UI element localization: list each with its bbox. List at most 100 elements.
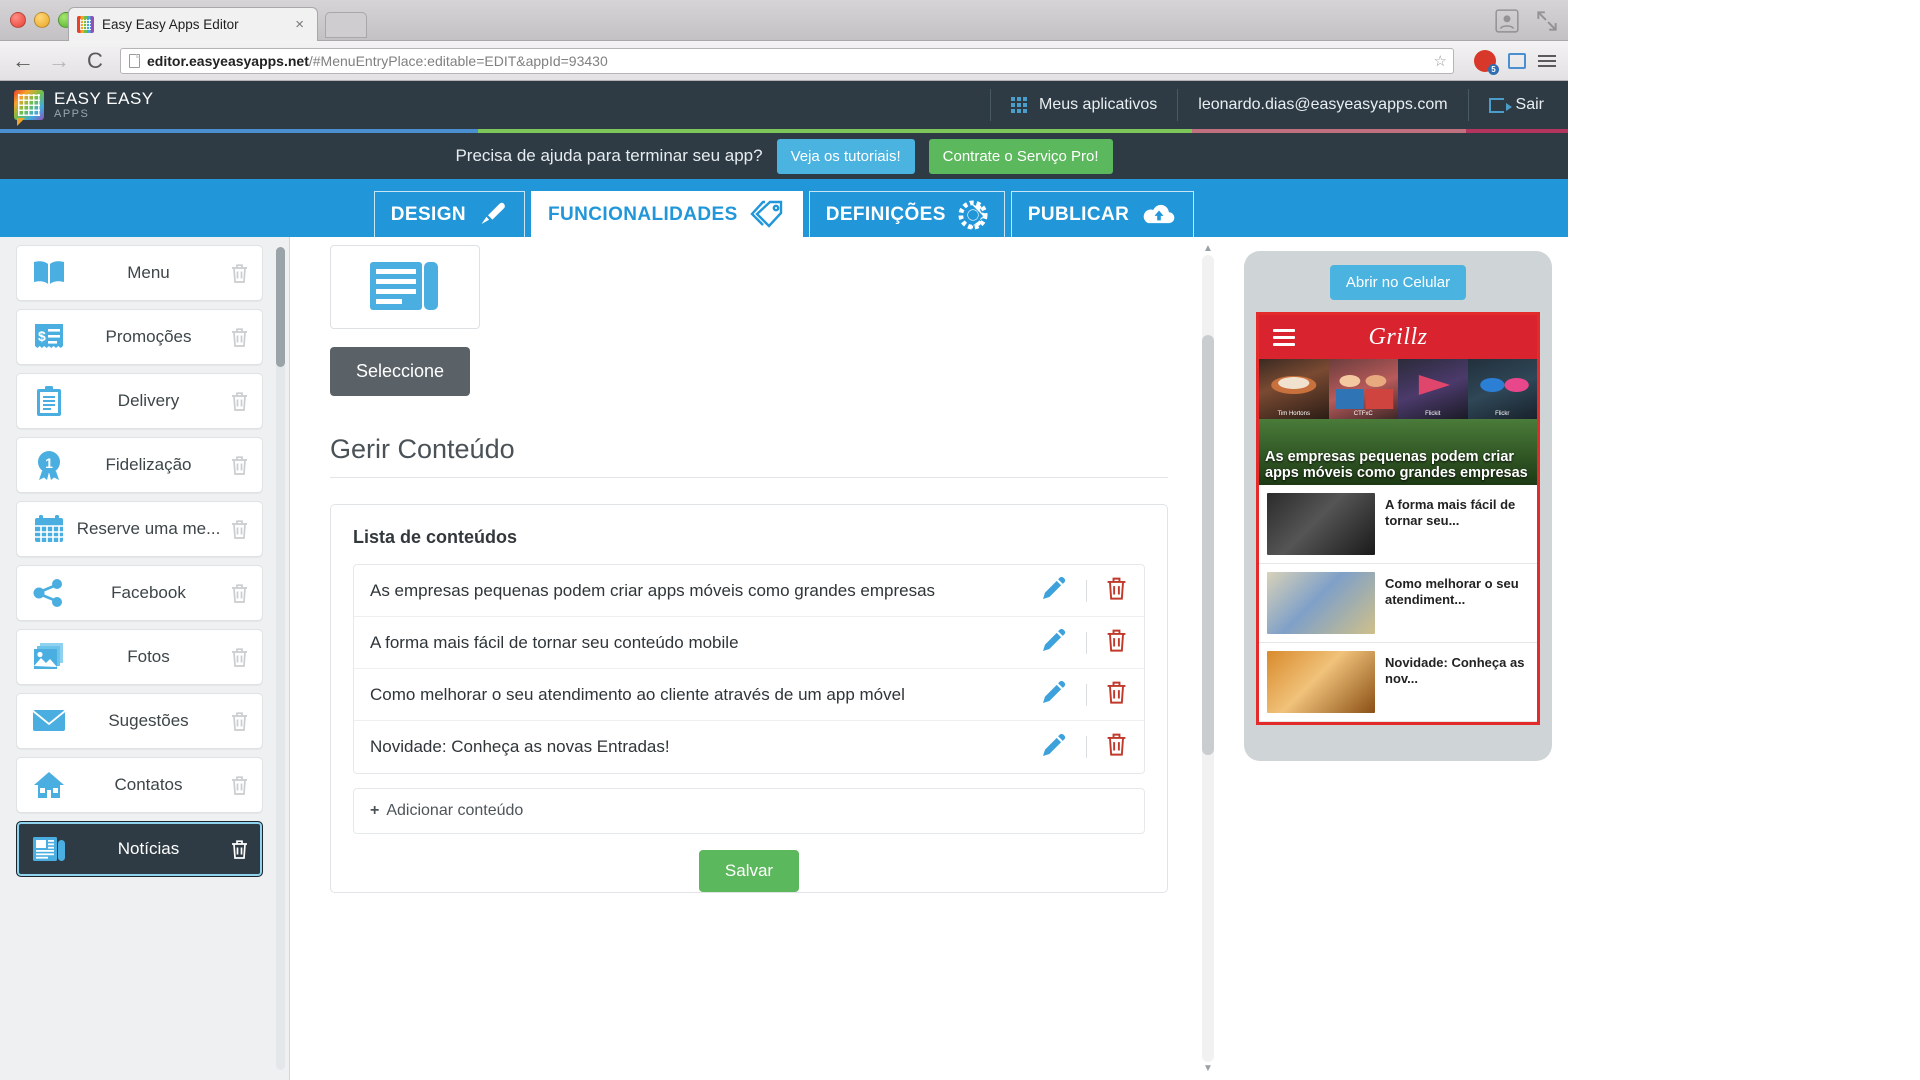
reload-button[interactable]: C bbox=[84, 49, 106, 72]
content-item-title: A forma mais fácil de tornar seu conteúd… bbox=[370, 632, 739, 652]
tab-funcionalidades[interactable]: FUNCIONALIDADES bbox=[531, 191, 803, 237]
browser-menu-icon[interactable] bbox=[1538, 54, 1556, 67]
edit-content-button[interactable] bbox=[1042, 628, 1068, 657]
delete-content-button[interactable] bbox=[1105, 680, 1128, 710]
row-actions bbox=[1042, 576, 1128, 606]
preview-news-item[interactable]: A forma mais fácil de tornar seu... bbox=[1259, 485, 1537, 564]
tab-design[interactable]: DESIGN bbox=[373, 191, 526, 237]
sidebar-item-reserve-uma-me[interactable]: Reserve uma me... bbox=[16, 501, 263, 557]
trash-icon[interactable] bbox=[230, 583, 249, 604]
logout-link[interactable]: Sair bbox=[1467, 89, 1568, 121]
tab-definicoes[interactable]: DEFINIÇÕES bbox=[808, 191, 1005, 237]
trash-icon[interactable] bbox=[1105, 680, 1128, 705]
edit-content-button[interactable] bbox=[1042, 733, 1068, 762]
sidebar-item-promo-es[interactable]: $ Promoções bbox=[16, 309, 263, 365]
user-profile-icon[interactable] bbox=[1494, 8, 1520, 34]
sidebar-scrollbar[interactable] bbox=[276, 247, 285, 1070]
delete-feature-button[interactable] bbox=[226, 711, 252, 732]
trash-icon[interactable] bbox=[230, 711, 249, 732]
sidebar-item-contatos[interactable]: Contatos bbox=[16, 757, 263, 813]
trash-icon[interactable] bbox=[230, 775, 249, 796]
save-button[interactable]: Salvar bbox=[698, 850, 800, 892]
pencil-icon[interactable] bbox=[1042, 628, 1068, 652]
sidebar-item-fideliza-o[interactable]: 1 Fidelização bbox=[16, 437, 263, 493]
extension-icon[interactable] bbox=[1508, 52, 1526, 69]
scroll-up-icon[interactable]: ▲ bbox=[1203, 243, 1213, 254]
delete-feature-button[interactable] bbox=[226, 583, 252, 604]
trash-icon[interactable] bbox=[230, 839, 249, 860]
scroll-down-icon[interactable]: ▼ bbox=[1203, 1063, 1213, 1074]
pencil-icon[interactable] bbox=[1042, 733, 1068, 757]
tab-design-label: DESIGN bbox=[390, 203, 467, 225]
sidebar-item-menu[interactable]: Menu bbox=[16, 245, 263, 301]
minimize-window-button[interactable] bbox=[34, 12, 50, 28]
open-on-phone-button[interactable]: Abrir no Celular bbox=[1329, 265, 1467, 300]
select-button[interactable]: Seleccione bbox=[330, 347, 471, 396]
sidebar-item-delivery[interactable]: Delivery bbox=[16, 373, 263, 429]
trash-icon[interactable] bbox=[1105, 628, 1128, 653]
preview-news-item[interactable]: Como melhorar o seu atendiment... bbox=[1259, 564, 1537, 643]
edit-content-button[interactable] bbox=[1042, 680, 1068, 709]
tab-publicar[interactable]: PUBLICAR bbox=[1010, 191, 1195, 237]
trash-icon[interactable] bbox=[230, 519, 249, 540]
bookmark-star-icon[interactable]: ☆ bbox=[1434, 52, 1447, 70]
delete-feature-button[interactable] bbox=[226, 327, 252, 348]
close-window-button[interactable] bbox=[10, 12, 26, 28]
fullscreen-icon[interactable] bbox=[1534, 8, 1560, 34]
delete-feature-button[interactable] bbox=[226, 839, 252, 860]
art-cell: CTFxC bbox=[1328, 359, 1398, 419]
trash-icon[interactable] bbox=[230, 327, 249, 348]
sidebar-item-facebook[interactable]: Facebook bbox=[16, 565, 263, 621]
delete-feature-button[interactable] bbox=[226, 519, 252, 540]
hire-pro-service-button[interactable]: Contrate o Serviço Pro! bbox=[928, 138, 1113, 174]
delete-content-button[interactable] bbox=[1105, 576, 1128, 606]
notification-badge-icon[interactable] bbox=[1474, 49, 1499, 75]
trash-icon[interactable] bbox=[1105, 576, 1128, 601]
trash-icon[interactable] bbox=[230, 455, 249, 476]
edit-content-button[interactable] bbox=[1042, 576, 1068, 605]
pencil-icon[interactable] bbox=[1042, 680, 1068, 704]
address-bar[interactable]: editor.easyeasyapps.net/#MenuEntryPlace:… bbox=[120, 47, 1454, 74]
pencil-icon[interactable] bbox=[1042, 576, 1068, 600]
trash-icon[interactable] bbox=[230, 647, 249, 668]
share-icon bbox=[27, 578, 71, 608]
trash-icon[interactable] bbox=[1105, 732, 1128, 757]
delete-feature-button[interactable] bbox=[226, 775, 252, 796]
browser-tab[interactable]: Easy Easy Apps Editor × bbox=[68, 7, 318, 41]
sidebar-item-label: Notícias bbox=[117, 839, 180, 858]
main-scrollbar-thumb[interactable] bbox=[1202, 335, 1214, 755]
sidebar-scrollbar-thumb[interactable] bbox=[276, 247, 285, 367]
delete-feature-button[interactable] bbox=[226, 391, 252, 412]
delete-feature-button[interactable] bbox=[226, 263, 252, 284]
progress-segment-1 bbox=[478, 129, 1192, 133]
main-scrollbar[interactable]: ▲ ▼ bbox=[1202, 243, 1214, 1074]
back-button[interactable]: ← bbox=[12, 49, 34, 72]
close-icon[interactable]: × bbox=[290, 16, 309, 33]
delete-feature-button[interactable] bbox=[226, 647, 252, 668]
add-content-button[interactable]: + Adicionar conteúdo bbox=[353, 788, 1145, 834]
preview-news-item[interactable]: Novidade: Conheça as nov... bbox=[1259, 643, 1537, 722]
user-email-display[interactable]: leonardo.dias@easyeasyapps.com bbox=[1177, 89, 1467, 121]
trash-icon[interactable] bbox=[230, 391, 249, 412]
sidebar-item-sugest-es[interactable]: Sugestões bbox=[16, 693, 263, 749]
forward-button[interactable]: → bbox=[48, 49, 70, 72]
add-content-label: Adicionar conteúdo bbox=[386, 802, 524, 819]
hero-article[interactable]: Tim Hortons CTFxC Flickit Flickr As empr… bbox=[1259, 359, 1537, 485]
logo-line-1: EASY EASY bbox=[54, 89, 154, 108]
new-tab-button[interactable] bbox=[325, 12, 367, 38]
trash-icon[interactable] bbox=[230, 263, 249, 284]
main-tab-navigation: DESIGN FUNCIONALIDADES DEFINIÇÕES PUBLIC… bbox=[0, 179, 1568, 237]
sidebar-item-not-cias[interactable]: Notícias bbox=[16, 821, 263, 877]
sidebar-item-label: Menu bbox=[127, 263, 170, 282]
browser-window: Easy Easy Apps Editor × ← → C editor.eas… bbox=[0, 0, 1568, 1080]
sidebar-item-fotos[interactable]: Fotos bbox=[16, 629, 263, 685]
delete-content-button[interactable] bbox=[1105, 628, 1128, 658]
url-text: editor.easyeasyapps.net/#MenuEntryPlace:… bbox=[147, 53, 608, 69]
view-tutorials-button[interactable]: Veja os tutoriais! bbox=[776, 138, 915, 174]
delete-feature-button[interactable] bbox=[226, 455, 252, 476]
browser-tabstrip: Easy Easy Apps Editor × bbox=[0, 0, 1568, 41]
delete-content-button[interactable] bbox=[1105, 732, 1128, 762]
phone-shell: Abrir no Celular Grillz Tim Hortons CTFx… bbox=[1244, 251, 1552, 761]
book-icon bbox=[27, 258, 71, 288]
my-apps-link[interactable]: Meus aplicativos bbox=[989, 89, 1177, 121]
